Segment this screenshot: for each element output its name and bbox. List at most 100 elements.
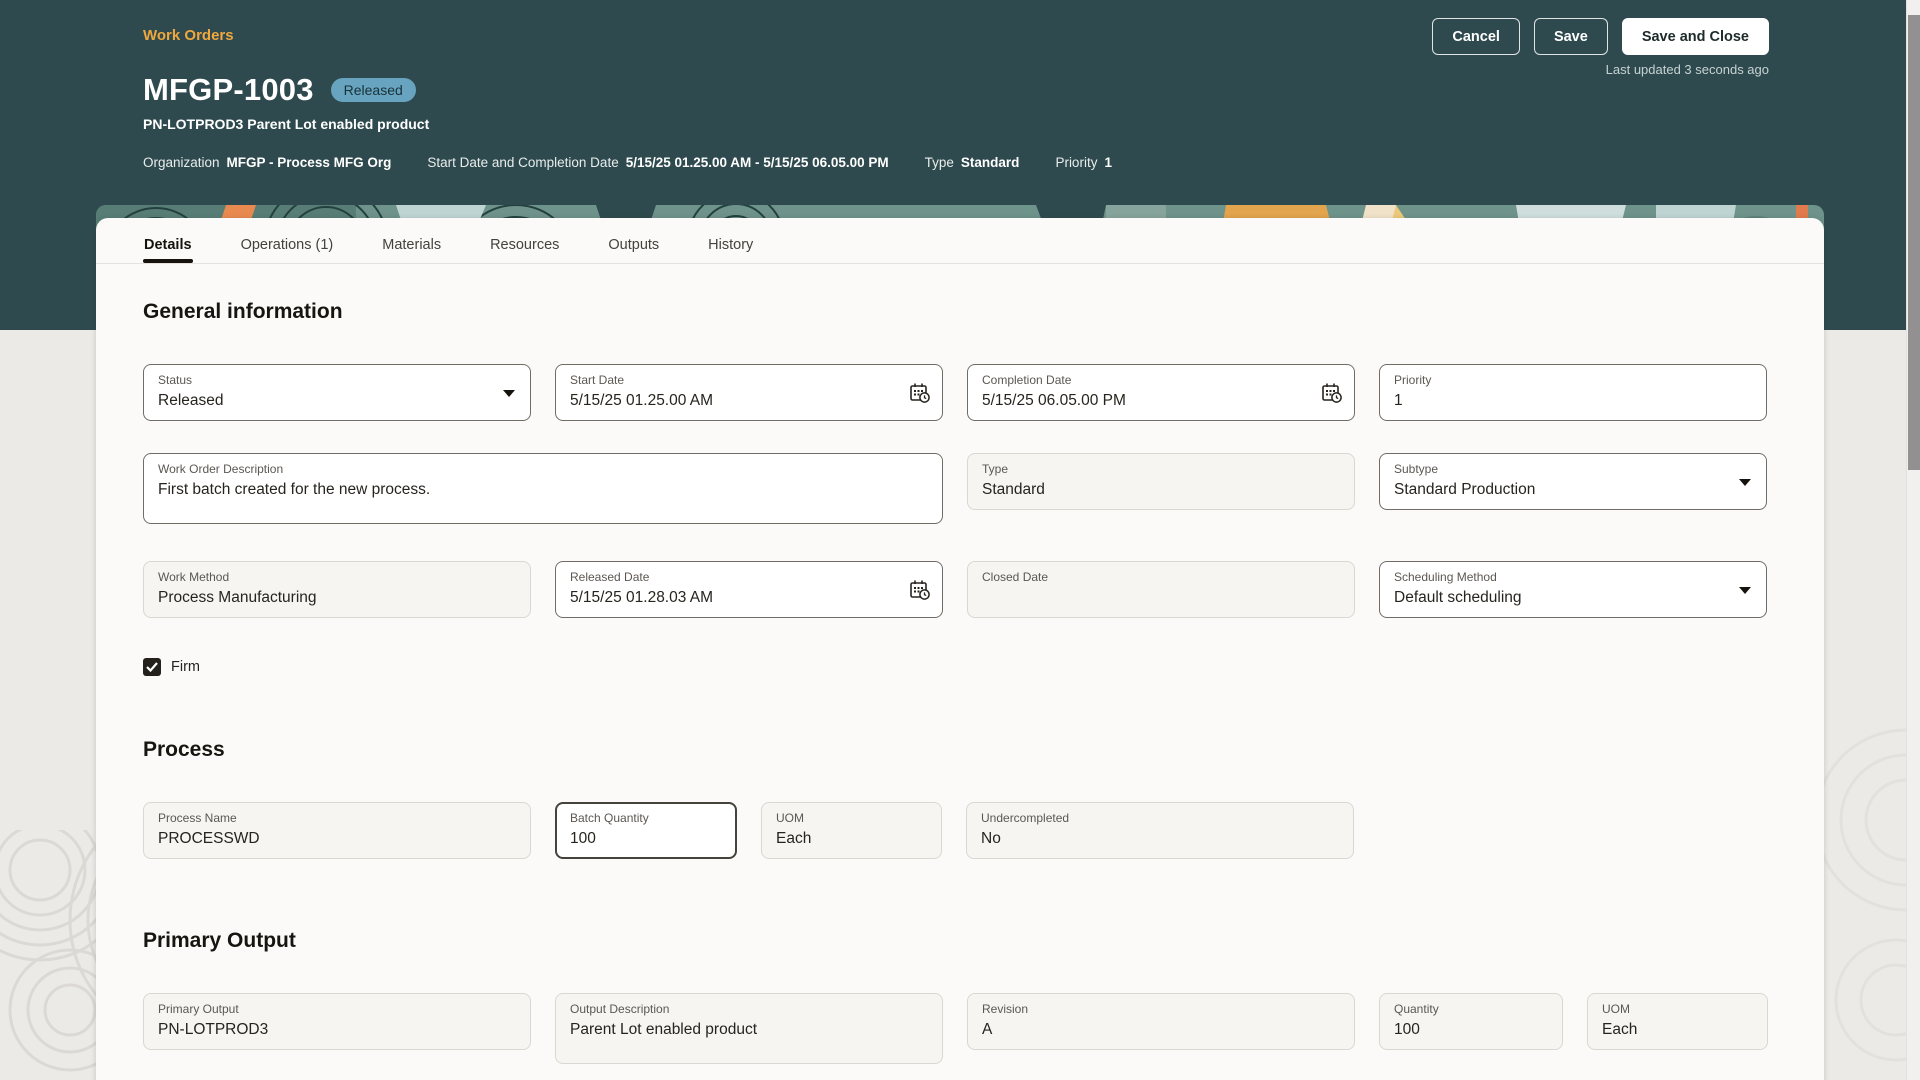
general-row-2: Work Order Description First batch creat… [143,453,1767,524]
datetime-picker-icon[interactable] [909,579,931,601]
primary-output-field-value: PN-LOTPROD3 [158,1020,516,1039]
start-date-field-label: Start Date [570,373,928,388]
work-method-field-value: Process Manufacturing [158,588,516,607]
completion-date-field-value: 5/15/25 06.05.00 PM [982,391,1340,410]
page-subtitle: PN-LOTPROD3 Parent Lot enabled product [143,116,429,132]
check-icon [146,662,158,672]
save-button[interactable]: Save [1534,18,1608,55]
primary-output-heading: Primary Output [143,929,296,953]
primary-output-field: Primary Output PN-LOTPROD3 [143,993,531,1050]
process-uom-field-value: Each [776,829,927,848]
firm-checkbox[interactable] [143,658,161,676]
chevron-down-icon[interactable] [503,390,515,397]
output-quantity-field-label: Quantity [1394,1002,1548,1017]
undercompleted-field-label: Undercompleted [981,811,1339,826]
dates-value: 5/15/25 01.25.00 AM - 5/15/25 06.05.00 P… [626,155,889,170]
process-uom-field: UOM Each [761,802,942,859]
process-name-field: Process Name PROCESSWD [143,802,531,859]
scrollbar-thumb[interactable] [1908,15,1920,470]
type-field-label: Type [982,462,1340,477]
process-uom-field-label: UOM [776,811,927,826]
tab-history[interactable]: History [707,228,754,262]
tab-bar: Details Operations (1) Materials Resourc… [143,226,754,264]
completion-date-field-label: Completion Date [982,373,1340,388]
scheduling-method-select[interactable]: Scheduling Method Default scheduling [1379,561,1767,618]
priority-field-label: Priority [1394,373,1752,388]
priority-field-value: 1 [1394,391,1752,410]
cancel-button[interactable]: Cancel [1432,18,1520,55]
undercompleted-field: Undercompleted No [966,802,1354,859]
undercompleted-field-value: No [981,829,1339,848]
output-quantity-field-value: 100 [1394,1020,1548,1039]
datetime-picker-icon[interactable] [1321,382,1343,404]
type-field-value: Standard [982,480,1340,499]
priority-value: 1 [1104,155,1112,170]
info-type: Type Standard [925,155,1020,170]
tab-outputs[interactable]: Outputs [607,228,660,262]
batch-quantity-input[interactable]: Batch Quantity 100 [555,802,737,859]
priority-label: Priority [1055,155,1097,170]
released-date-input[interactable]: Released Date 5/15/25 01.28.03 AM [555,561,943,618]
info-organization: Organization MFGP - Process MFG Org [143,155,391,170]
content-card: Details Operations (1) Materials Resourc… [96,218,1824,1080]
subtype-field-label: Subtype [1394,462,1752,477]
output-description-field: Output Description Parent Lot enabled pr… [555,993,943,1064]
subtype-select[interactable]: Subtype Standard Production [1379,453,1767,510]
work-method-field: Work Method Process Manufacturing [143,561,531,618]
vertical-scrollbar[interactable] [1906,0,1920,1080]
process-row: Process Name PROCESSWD Batch Quantity 10… [143,802,1354,859]
output-quantity-field: Quantity 100 [1379,993,1563,1050]
description-field-value: First batch created for the new process. [158,480,928,499]
released-date-field-value: 5/15/25 01.28.03 AM [570,588,928,607]
closed-date-field-label: Closed Date [982,570,1340,585]
batch-quantity-field-label: Batch Quantity [570,811,721,826]
type-field: Type Standard [967,453,1355,510]
status-field-value: Released [158,391,516,410]
released-date-field-label: Released Date [570,570,928,585]
output-uom-field-value: Each [1602,1020,1753,1039]
dates-label: Start Date and Completion Date [427,155,618,170]
datetime-picker-icon[interactable] [909,382,931,404]
scheduling-method-field-label: Scheduling Method [1394,570,1752,585]
revision-field: Revision A [967,993,1355,1050]
firm-checkbox-row: Firm [143,658,200,676]
start-date-input[interactable]: Start Date 5/15/25 01.25.00 AM [555,364,943,421]
closed-date-field: Closed Date [967,561,1355,618]
chevron-down-icon[interactable] [1739,587,1751,594]
info-priority: Priority 1 [1055,155,1112,170]
completion-date-input[interactable]: Completion Date 5/15/25 06.05.00 PM [967,364,1355,421]
batch-quantity-field-value: 100 [570,829,721,848]
last-updated-text: Last updated 3 seconds ago [1606,62,1769,77]
status-badge: Released [331,78,416,102]
process-name-field-label: Process Name [158,811,516,826]
status-select[interactable]: Status Released [143,364,531,421]
chevron-down-icon[interactable] [1739,479,1751,486]
output-description-field-label: Output Description [570,1002,928,1017]
output-uom-field-label: UOM [1602,1002,1753,1017]
output-description-field-value: Parent Lot enabled product [570,1020,928,1039]
firm-checkbox-label: Firm [171,659,200,675]
header-info-row: Organization MFGP - Process MFG Org Star… [143,155,1112,170]
work-order-description-input[interactable]: Work Order Description First batch creat… [143,453,943,524]
tab-operations[interactable]: Operations (1) [240,228,335,262]
priority-input[interactable]: Priority 1 [1379,364,1767,421]
description-field-label: Work Order Description [158,462,928,477]
breadcrumb[interactable]: Work Orders [143,27,234,44]
background-circles-right [1816,700,1906,1080]
subtype-field-value: Standard Production [1394,480,1752,499]
process-heading: Process [143,738,225,762]
save-and-close-button[interactable]: Save and Close [1622,18,1769,55]
status-field-label: Status [158,373,516,388]
type-label: Type [925,155,954,170]
tab-resources[interactable]: Resources [489,228,560,262]
primary-output-field-label: Primary Output [158,1002,516,1017]
scheduling-method-field-value: Default scheduling [1394,588,1752,607]
tab-details[interactable]: Details [143,228,193,262]
header-actions: Cancel Save Save and Close [1432,18,1769,55]
general-row-3: Work Method Process Manufacturing Releas… [143,561,1767,618]
general-information-heading: General information [143,300,343,324]
tab-materials[interactable]: Materials [381,228,442,262]
output-uom-field: UOM Each [1587,993,1768,1050]
tab-divider [96,263,1824,264]
revision-field-value: A [982,1020,1340,1039]
